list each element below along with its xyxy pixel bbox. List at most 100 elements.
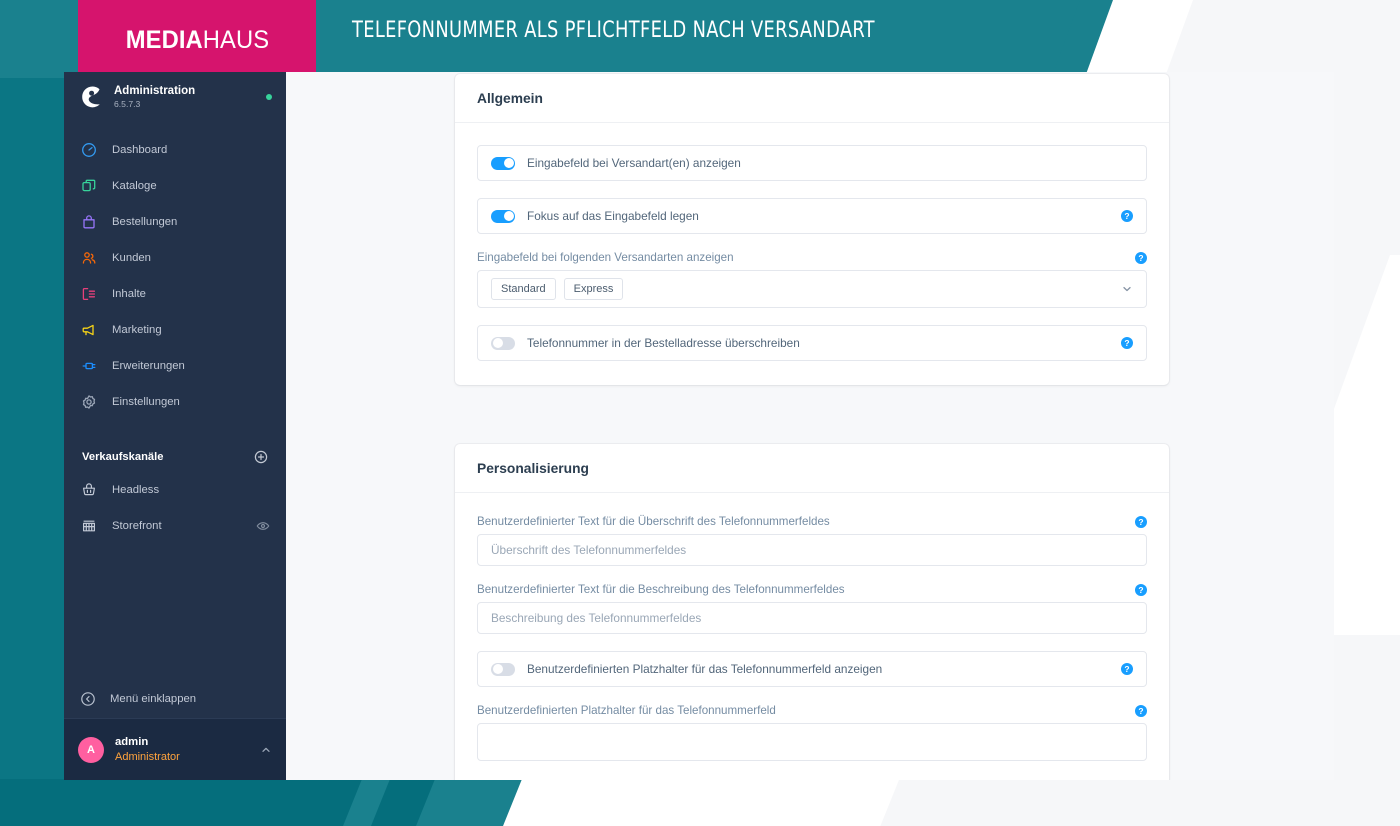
sidebar-item-einstellungen[interactable]: Einstellungen <box>64 384 286 420</box>
help-icon[interactable]: ? <box>1135 584 1147 596</box>
field-label: Benutzerdefinierter Text für die Übersch… <box>477 515 830 528</box>
help-icon[interactable]: ? <box>1121 210 1133 222</box>
toggle-switch[interactable] <box>491 663 515 676</box>
chevron-left-circle-icon <box>80 691 96 707</box>
multiselect-shipping-methods[interactable]: Standard Express <box>477 270 1147 308</box>
user-info: admin Administrator <box>115 735 180 764</box>
storefront-icon <box>80 517 98 535</box>
card-body: Eingabefeld bei Versandart(en) anzeigen … <box>455 123 1169 385</box>
chip-express[interactable]: Express <box>564 278 624 300</box>
sidebar-item-label: Inhalte <box>112 288 146 300</box>
main-content: Allgemein Eingabefeld bei Versandart(en)… <box>286 72 1334 780</box>
input-custom-placeholder[interactable] <box>477 723 1147 761</box>
sidebar-item-label: Einstellungen <box>112 396 180 408</box>
field-custom-description-text: Benutzerdefinierter Text für die Beschre… <box>477 583 1147 634</box>
help-icon[interactable]: ? <box>1121 663 1133 675</box>
field-label-row: Benutzerdefinierten Platzhalter für das … <box>477 704 1147 717</box>
sidebar-item-label: Dashboard <box>112 144 167 156</box>
chip-standard[interactable]: Standard <box>491 278 556 300</box>
switch-label: Fokus auf das Eingabefeld legen <box>527 209 699 223</box>
screenshot-root: TELEFONNUMMER ALS PFLICHTFELD NACH VERSA… <box>0 0 1400 826</box>
field-label: Benutzerdefinierter Text für die Beschre… <box>477 583 845 596</box>
chevron-down-icon[interactable] <box>1121 283 1133 295</box>
switch-container[interactable]: Eingabefeld bei Versandart(en) anzeigen <box>477 145 1147 181</box>
gear-icon <box>80 393 98 411</box>
switch-container[interactable]: Fokus auf das Eingabefeld legen ? <box>477 198 1147 234</box>
plugin-icon <box>80 357 98 375</box>
sidebar: Administration 6.5.7.3 Dashboard <box>64 72 286 780</box>
chevron-up-icon[interactable] <box>260 744 272 756</box>
status-dot <box>266 94 272 100</box>
toggle-knob <box>493 338 503 348</box>
help-icon[interactable]: ? <box>1121 337 1133 349</box>
user-name: admin <box>115 735 180 750</box>
card-title: Allgemein <box>455 74 1169 123</box>
sidebar-group-sales-channels: Verkaufskanäle <box>64 442 286 472</box>
avatar: A <box>78 737 104 763</box>
sidebar-item-label: Bestellungen <box>112 216 177 228</box>
sidebar-item-dashboard[interactable]: Dashboard <box>64 132 286 168</box>
input-custom-heading[interactable]: Überschrift des Telefonnummerfeldes <box>477 534 1147 566</box>
card-body: Benutzerdefinierter Text für die Übersch… <box>455 493 1169 780</box>
switch-row: Benutzerdefinierten Platzhalter für das … <box>491 662 1133 676</box>
sidebar-nav: Dashboard Kataloge Bestellungen <box>64 132 286 544</box>
field-show-input-on-shipping: Eingabefeld bei Versandart(en) anzeigen <box>477 145 1147 181</box>
toggle-knob <box>493 664 503 674</box>
sidebar-item-storefront[interactable]: Storefront <box>64 508 286 544</box>
field-label: Benutzerdefinierten Platzhalter für das … <box>477 704 776 717</box>
field-focus-input: Fokus auf das Eingabefeld legen ? <box>477 198 1147 234</box>
bag-icon <box>80 213 98 231</box>
banner-title: TELEFONNUMMER ALS PFLICHTFELD NACH VERSA… <box>352 17 875 43</box>
toggle-knob <box>504 211 514 221</box>
sidebar-item-bestellungen[interactable]: Bestellungen <box>64 204 286 240</box>
sidebar-item-erweiterungen[interactable]: Erweiterungen <box>64 348 286 384</box>
help-icon[interactable]: ? <box>1135 705 1147 717</box>
card-allgemein: Allgemein Eingabefeld bei Versandart(en)… <box>455 74 1169 385</box>
switch-row: Eingabefeld bei Versandart(en) anzeigen <box>491 156 1133 170</box>
switch-container[interactable]: Telefonnummer in der Bestelladresse über… <box>477 325 1147 361</box>
card-title: Personalisierung <box>455 444 1169 493</box>
switch-container[interactable]: Benutzerdefinierten Platzhalter für das … <box>477 651 1147 687</box>
sidebar-item-kunden[interactable]: Kunden <box>64 240 286 276</box>
switch-row: Fokus auf das Eingabefeld legen <box>491 209 1133 223</box>
field-show-custom-placeholder: Benutzerdefinierten Platzhalter für das … <box>477 651 1147 687</box>
mediahaus-logo-text: MEDIAHAUS <box>125 26 268 55</box>
sidebar-item-label: Headless <box>112 484 159 496</box>
input-placeholder: Überschrift des Telefonnummerfeldes <box>491 543 686 557</box>
user-menu[interactable]: A admin Administrator <box>64 718 286 780</box>
collapse-menu-button[interactable]: Menü einklappen <box>64 680 286 718</box>
card-personalisierung: Personalisierung Benutzerdefinierter Tex… <box>455 444 1169 780</box>
field-label-row: Eingabefeld bei folgenden Versandarten a… <box>477 251 1147 264</box>
sidebar-item-label: Kunden <box>112 252 151 264</box>
sidebar-item-headless[interactable]: Headless <box>64 472 286 508</box>
help-icon[interactable]: ? <box>1135 516 1147 528</box>
sidebar-header-text: Administration 6.5.7.3 <box>114 85 256 108</box>
sidebar-app-title: Administration <box>114 85 256 97</box>
field-label-row: Benutzerdefinierter Text für die Übersch… <box>477 515 1147 528</box>
switch-label: Eingabefeld bei Versandart(en) anzeigen <box>527 156 741 170</box>
switch-label: Benutzerdefinierten Platzhalter für das … <box>527 662 882 676</box>
add-sales-channel-icon[interactable] <box>254 450 268 464</box>
collapse-menu-label: Menü einklappen <box>110 693 196 705</box>
sidebar-item-inhalte[interactable]: Inhalte <box>64 276 286 312</box>
input-placeholder: Beschreibung des Telefonnummerfeldes <box>491 611 701 625</box>
megaphone-icon <box>80 321 98 339</box>
sidebar-header[interactable]: Administration 6.5.7.3 <box>64 72 286 116</box>
toggle-switch[interactable] <box>491 337 515 350</box>
sidebar-item-label: Kataloge <box>112 180 157 192</box>
sidebar-version: 6.5.7.3 <box>114 100 256 109</box>
field-custom-heading-text: Benutzerdefinierter Text für die Übersch… <box>477 515 1147 566</box>
user-role: Administrator <box>115 750 180 764</box>
sidebar-item-kataloge[interactable]: Kataloge <box>64 168 286 204</box>
sidebar-group-label: Verkaufskanäle <box>82 451 163 463</box>
field-label-row: Benutzerdefinierter Text für die Beschre… <box>477 583 1147 596</box>
input-custom-description[interactable]: Beschreibung des Telefonnummerfeldes <box>477 602 1147 634</box>
field-shipping-methods-select: Eingabefeld bei folgenden Versandarten a… <box>477 251 1147 308</box>
shopware-logo-icon <box>78 84 104 110</box>
toggle-switch[interactable] <box>491 210 515 223</box>
sidebar-item-marketing[interactable]: Marketing <box>64 312 286 348</box>
help-icon[interactable]: ? <box>1135 252 1147 264</box>
sidebar-item-label: Marketing <box>112 324 162 336</box>
eye-icon[interactable] <box>256 519 270 533</box>
toggle-switch[interactable] <box>491 157 515 170</box>
